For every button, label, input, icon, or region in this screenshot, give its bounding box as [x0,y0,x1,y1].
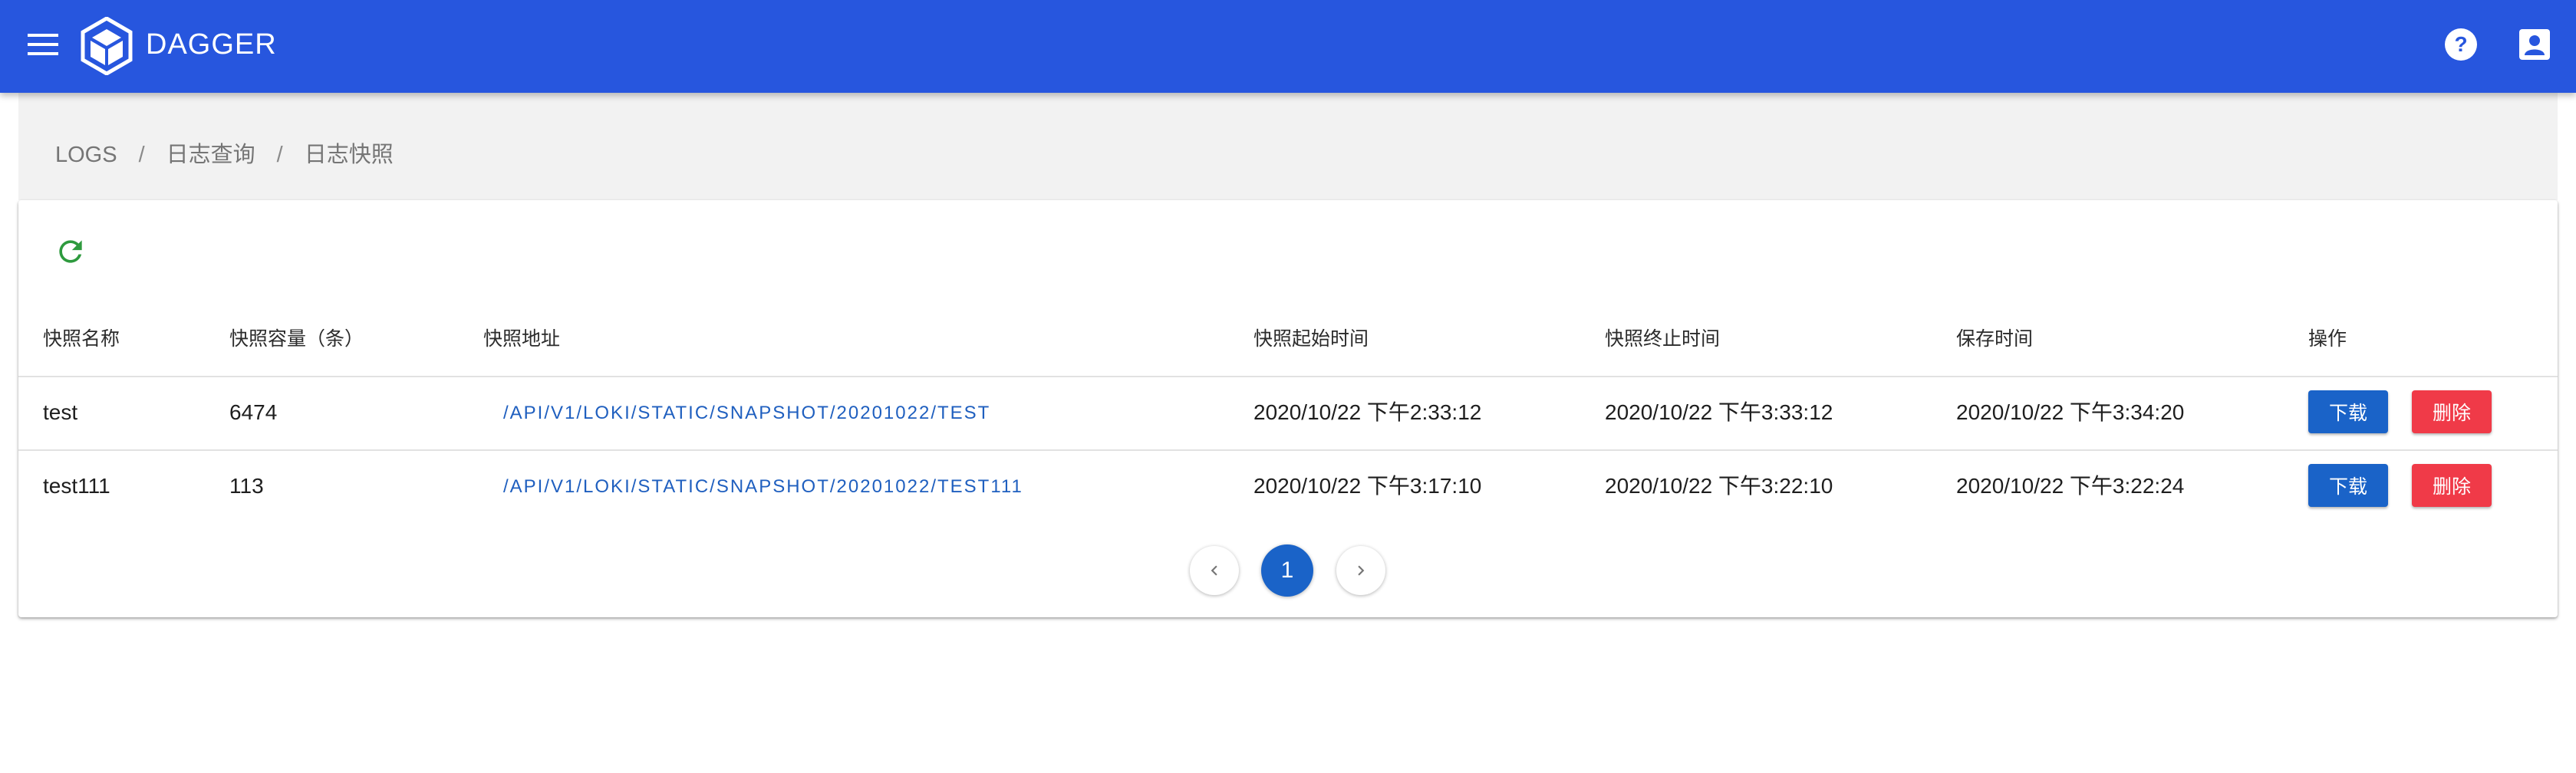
column-header-address: 快照地址 [483,328,561,350]
account-box-icon[interactable] [2518,28,2551,61]
snapshot-name: test111 [43,474,110,498]
app-title: DAGGER [146,28,277,61]
snapshot-start-time: 2020/10/22 下午3:17:10 [1253,474,1482,498]
delete-button[interactable]: 删除 [2412,390,2492,433]
snapshot-capacity: 6474 [229,400,278,424]
snapshot-address-link[interactable]: /API/V1/LOKI/STATIC/SNAPSHOT/20201022/TE… [503,402,990,425]
breadcrumb-bar: LOGS / 日志查询 / 日志快照 [18,93,2558,200]
breadcrumb-logs[interactable]: LOGS [55,142,117,168]
pagination-next-button[interactable] [1336,546,1385,595]
snapshot-address-link[interactable]: /API/V1/LOKI/STATIC/SNAPSHOT/20201022/TE… [503,475,1023,498]
help-icon[interactable]: ? [2443,27,2479,62]
app-bar: DAGGER ? [0,0,2576,93]
download-button[interactable]: 下载 [2308,390,2388,433]
snapshot-start-time: 2020/10/22 下午2:33:12 [1253,400,1482,424]
column-header-name: 快照名称 [43,328,120,350]
breadcrumb-separator: / [138,143,145,167]
snapshot-name: test [43,400,78,424]
breadcrumb-log-query[interactable]: 日志查询 [166,142,255,168]
column-header-start-time: 快照起始时间 [1253,328,1369,350]
snapshot-card: 快照名称 快照容量（条） 快照地址 快照起始时间 快照终止时间 保存时间 操作 … [18,200,2558,617]
column-header-capacity: 快照容量（条） [229,328,364,350]
pagination-page-1[interactable]: 1 [1261,544,1313,597]
snapshot-end-time: 2020/10/22 下午3:22:10 [1605,474,1833,498]
column-header-end-time: 快照终止时间 [1605,328,1721,350]
breadcrumb: LOGS / 日志查询 / 日志快照 [55,142,394,168]
chevron-left-icon [1211,565,1217,576]
table-row-divider [18,449,2558,451]
pagination-prev-button[interactable] [1190,546,1239,595]
snapshot-saved-time: 2020/10/22 下午3:34:20 [1956,400,2185,424]
menu-icon[interactable] [28,32,58,57]
breadcrumb-separator: / [276,143,283,167]
cube-logo-icon [81,17,133,75]
column-header-actions: 操作 [2308,328,2347,350]
delete-button[interactable]: 删除 [2412,464,2492,507]
column-header-saved-time: 保存时间 [1956,328,2034,350]
snapshot-saved-time: 2020/10/22 下午3:22:24 [1956,474,2185,498]
breadcrumb-log-snapshot: 日志快照 [304,143,394,167]
chevron-right-icon [1358,565,1365,576]
snapshot-capacity: 113 [229,474,264,498]
svg-text:?: ? [2454,32,2467,56]
download-button[interactable]: 下载 [2308,464,2388,507]
table-header-divider [18,376,2558,377]
refresh-icon[interactable] [54,235,87,268]
snapshot-end-time: 2020/10/22 下午3:33:12 [1605,400,1833,424]
